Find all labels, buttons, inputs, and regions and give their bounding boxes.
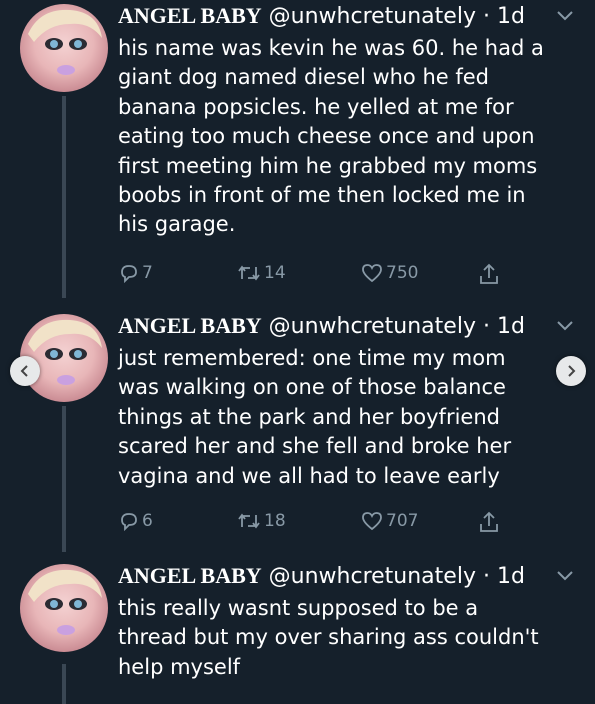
tweet[interactable]: ANGEL BABY @unwhcretunately · 1d just re…: [0, 312, 595, 554]
like-count: 707: [386, 511, 419, 531]
heart-icon: [362, 512, 382, 531]
user-handle[interactable]: @unwhcretunately: [269, 314, 476, 339]
tweet-text-line: his garage.: [118, 212, 236, 237]
display-name[interactable]: ANGEL BABY: [118, 313, 262, 338]
tweet-text-line: thread but my over sharing ass couldn't: [118, 625, 539, 650]
display-name[interactable]: ANGEL BABY: [118, 3, 262, 28]
chevron-down-icon[interactable]: [556, 10, 574, 22]
retweet-button[interactable]: 14: [236, 262, 286, 284]
like-button[interactable]: 750: [360, 262, 418, 284]
chevron-down-icon[interactable]: [556, 570, 574, 582]
separator-dot: ·: [482, 4, 490, 29]
like-button[interactable]: 707: [360, 510, 418, 532]
share-icon: [480, 511, 498, 532]
separator-dot: ·: [482, 564, 490, 589]
tweet-header: ANGEL BABY @unwhcretunately · 1d: [118, 312, 525, 341]
tweet-text-line: help myself: [118, 654, 241, 679]
tweet-text: his name was kevin he was 60. he had a g…: [118, 34, 578, 240]
previous-button[interactable]: [10, 356, 40, 386]
tweet-text-line: just remembered: one time my mom: [118, 346, 506, 370]
avatar[interactable]: [20, 4, 108, 92]
tweet-text-line: his name was kevin he was 60. he had a: [118, 36, 544, 60]
tweet-actions: 7 14 750: [118, 262, 518, 288]
retweet-count: 14: [264, 263, 286, 283]
chevron-down-icon[interactable]: [556, 320, 574, 332]
timestamp[interactable]: 1d: [497, 314, 525, 339]
retweet-icon: [238, 513, 260, 529]
tweet-header: ANGEL BABY @unwhcretunately · 1d: [118, 2, 525, 31]
tweet-text-line: scared her and she fell and broke her: [118, 434, 512, 459]
tweet-actions: 6 18 707: [118, 510, 518, 536]
share-button[interactable]: [478, 262, 502, 286]
retweet-count: 18: [264, 511, 286, 531]
heart-icon: [362, 264, 382, 283]
retweet-button[interactable]: 18: [236, 510, 286, 532]
display-name[interactable]: ANGEL BABY: [118, 563, 262, 588]
tweet[interactable]: ANGEL BABY @unwhcretunately · 1d his nam…: [0, 2, 595, 304]
tweet-text-line: was walking on one of those balance: [118, 375, 506, 400]
timestamp[interactable]: 1d: [497, 4, 525, 29]
reply-button[interactable]: 6: [118, 510, 153, 532]
reply-icon: [121, 513, 137, 532]
share-button[interactable]: [478, 510, 502, 534]
avatar[interactable]: [20, 564, 108, 652]
reply-count: 6: [142, 511, 153, 531]
chevron-left-icon: [20, 365, 28, 377]
tweet-text-line: first meeting him he grabbed my moms: [118, 153, 538, 178]
tweet-text-line: giant dog named diesel who he fed: [118, 65, 490, 90]
tweet-text: this really wasnt supposed to be a threa…: [118, 594, 578, 682]
next-button[interactable]: [556, 356, 586, 386]
tweet-text-line: things at the park and her boyfriend: [118, 404, 500, 429]
separator-dot: ·: [482, 314, 490, 339]
tweet-text-line: eating too much cheese once and upon: [118, 124, 535, 149]
user-handle[interactable]: @unwhcretunately: [269, 4, 476, 29]
tweet-text-line: banana popsicles. he yelled at me for: [118, 94, 514, 119]
reply-icon: [121, 265, 137, 284]
tweet-text-line: vagina and we all had to leave early: [118, 463, 500, 488]
chevron-right-icon: [568, 365, 576, 377]
timestamp[interactable]: 1d: [497, 564, 525, 589]
tweet[interactable]: ANGEL BABY @unwhcretunately · 1d this re…: [0, 562, 595, 701]
reply-button[interactable]: 7: [118, 262, 153, 284]
user-handle[interactable]: @unwhcretunately: [269, 564, 476, 589]
reply-count: 7: [142, 263, 153, 283]
share-icon: [480, 263, 498, 284]
tweet-header: ANGEL BABY @unwhcretunately · 1d: [118, 562, 525, 591]
tweet-text: just remembered: one time my mom was wal…: [118, 344, 578, 491]
retweet-icon: [238, 265, 260, 281]
tweet-text-line: boobs in front of me then locked me in: [118, 183, 526, 208]
like-count: 750: [386, 263, 419, 283]
tweet-text-line: this really wasnt supposed to be a: [118, 596, 479, 620]
